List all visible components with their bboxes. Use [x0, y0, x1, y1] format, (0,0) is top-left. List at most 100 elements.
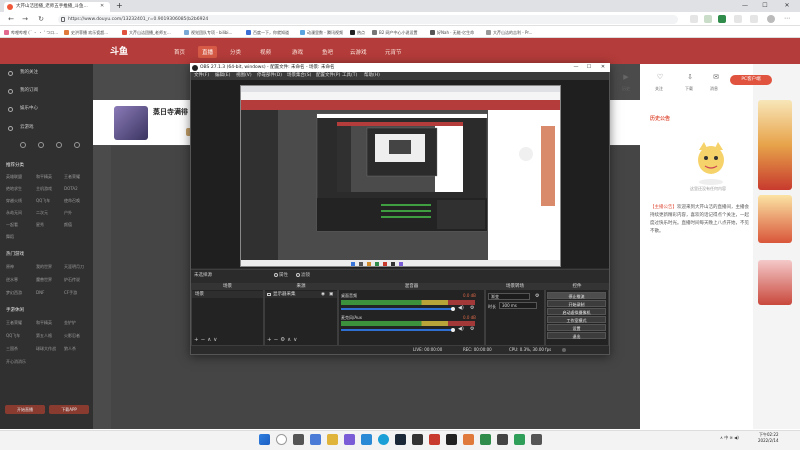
category-link[interactable]: 魔兽世界	[36, 277, 52, 283]
obs-menu-profile[interactable]: 配置文件(P)	[316, 72, 340, 80]
category-link[interactable]: 开心消消乐	[6, 359, 26, 365]
category-link[interactable]: 和平精英	[36, 320, 52, 326]
edge-icon[interactable]	[378, 434, 389, 445]
pc-client-button[interactable]: PC客户端	[730, 75, 772, 85]
category-link[interactable]: 火影忍者	[64, 333, 80, 339]
bookmark-item[interactable]: 热点	[350, 28, 365, 37]
category-link[interactable]: 梦幻西游	[6, 290, 22, 296]
nav-link[interactable]: 首页	[174, 48, 185, 56]
mixer-gear-icon[interactable]: ⚙	[470, 326, 474, 332]
nav-link[interactable]: 视频	[260, 48, 271, 56]
obs-menu-view[interactable]: 视图(V)	[236, 72, 252, 80]
volume-slider[interactable]	[341, 329, 453, 331]
file-explorer-icon[interactable]	[327, 434, 338, 445]
forward-button[interactable]: →	[20, 14, 30, 24]
stop-streaming-button[interactable]: 停止推流	[547, 292, 606, 299]
category-link[interactable]: 逆水寒	[6, 277, 18, 283]
app-icon[interactable]	[412, 434, 423, 445]
bookmark-item[interactable]: 视觉团队专项 - bilibi...	[184, 28, 232, 37]
history-icon[interactable]: ▶	[620, 73, 632, 83]
tab-close-icon[interactable]: ✕	[100, 3, 104, 9]
scene-list-item[interactable]: 场景	[192, 291, 263, 298]
transition-select[interactable]: 渐变	[488, 293, 530, 300]
obs-close-button[interactable]: ✕	[597, 63, 609, 72]
category-link[interactable]: 一起看	[6, 222, 18, 228]
obs-menu-edit[interactable]: 编辑(E)	[215, 72, 230, 80]
app-icon[interactable]	[514, 434, 525, 445]
move-down-button[interactable]: ∨	[293, 337, 299, 343]
category-link[interactable]: 英雄联盟	[6, 174, 22, 180]
category-link[interactable]: 炉石传说	[64, 277, 80, 283]
sidebar-item[interactable]: 我的关注	[6, 69, 38, 77]
more-menu-icon[interactable]: ⋯	[783, 15, 791, 23]
browser-tab[interactable]: 大芹山洁团播_老师五手推播_斗鱼...	[4, 2, 110, 12]
nav-link[interactable]: 鱼吧	[322, 48, 333, 56]
bookmark-item[interactable]: 好Nah · 无能·亿生命	[430, 28, 474, 37]
category-link[interactable]: 颜值	[64, 222, 72, 228]
category-link[interactable]: 王者荣耀	[6, 320, 22, 326]
download-icon[interactable]: ⇩	[684, 73, 696, 83]
bookmark-item[interactable]: 大芹山洁团播_老师五...	[122, 28, 171, 37]
download-app-button[interactable]: 下载APP	[49, 405, 89, 414]
volume-knob[interactable]	[451, 307, 455, 311]
nav-link[interactable]: 游戏	[292, 48, 303, 56]
category-link[interactable]: QQ飞车	[36, 198, 50, 204]
mixer-gear-icon[interactable]: ⚙	[470, 305, 474, 311]
obs-menu-help[interactable]: 帮助(H)	[364, 72, 380, 80]
refresh-button[interactable]: ↻	[36, 14, 46, 24]
input-method-indicator[interactable]: 中	[724, 435, 728, 440]
quick-icon[interactable]	[74, 142, 80, 148]
bookmark-item[interactable]: B2 网产中心小说设置	[372, 28, 418, 37]
search-icon[interactable]	[276, 434, 287, 445]
quick-icon[interactable]	[20, 142, 26, 148]
category-link[interactable]: 三国杀	[6, 346, 18, 352]
task-view-icon[interactable]	[293, 434, 304, 445]
category-link[interactable]: 球球大作战	[36, 346, 56, 352]
favorites-icon[interactable]	[734, 15, 742, 23]
close-window-button[interactable]: ✕	[777, 0, 797, 12]
sidebar-item[interactable]: 我的订阅	[6, 87, 38, 95]
volume-slider[interactable]	[341, 308, 453, 310]
exit-button[interactable]: 退出	[547, 332, 606, 339]
studio-mode-button[interactable]: 工作室模式	[547, 316, 606, 323]
tray-chevron-icon[interactable]: ∧	[720, 435, 723, 440]
widgets-icon[interactable]	[310, 434, 321, 445]
obs-titlebar[interactable]: OBS 27.1.3 (64-bit, windows) - 配置文件: 未命名…	[190, 63, 610, 72]
category-link[interactable]: 使命召唤	[64, 198, 80, 204]
bookmark-item[interactable]: 哔哩哔哩 (´ ・ ・ ‘ つロ...	[4, 28, 58, 37]
volume-icon[interactable]: ◀)	[734, 435, 739, 440]
nav-link[interactable]: 云游戏	[350, 48, 367, 56]
back-button[interactable]: ←	[6, 14, 16, 24]
promo-banner[interactable]	[758, 195, 792, 243]
url-input[interactable]: https://www.douyu.com/13232401_r=0.90193…	[58, 14, 678, 24]
properties-button[interactable]: 属性	[274, 272, 288, 278]
streamer-avatar[interactable]	[114, 106, 148, 140]
category-link[interactable]: 永劫无间	[6, 210, 22, 216]
extension-icon[interactable]	[690, 15, 698, 23]
category-link[interactable]: 我的世界	[36, 264, 52, 270]
wechat-icon[interactable]	[718, 15, 726, 23]
steam-icon[interactable]	[395, 434, 406, 445]
transition-gear-icon[interactable]: ⚙	[535, 293, 539, 299]
system-tray[interactable]: ∧ 中 ≋ ◀)	[720, 435, 739, 441]
clock[interactable]: 下午02:22 2022/2/14	[758, 432, 779, 444]
category-link[interactable]: 天涯明月刀	[64, 264, 84, 270]
app-icon[interactable]	[531, 434, 542, 445]
sidebar-item[interactable]: 娱乐中心	[6, 105, 38, 113]
promo-banner[interactable]	[758, 100, 792, 190]
volume-knob[interactable]	[451, 328, 455, 332]
filters-button[interactable]: 滤镜	[296, 272, 310, 278]
app-icon[interactable]	[497, 434, 508, 445]
start-icon[interactable]	[259, 434, 270, 445]
speaker-icon[interactable]: ◀)	[458, 305, 464, 311]
category-link[interactable]: 和平精英	[36, 174, 52, 180]
speaker-icon[interactable]: ◀)	[458, 326, 464, 332]
add-source-button[interactable]: +	[267, 337, 274, 343]
source-list-item[interactable]: 显示器采集 ◉ ▣	[265, 291, 337, 298]
category-link[interactable]: DOTA2	[64, 186, 78, 191]
collections-icon[interactable]	[704, 15, 712, 23]
quick-icon[interactable]	[56, 142, 62, 148]
obs-menu-tools[interactable]: 工具(T)	[342, 72, 357, 80]
category-link[interactable]: 舞蹈	[6, 234, 14, 240]
app-icon[interactable]	[463, 434, 474, 445]
